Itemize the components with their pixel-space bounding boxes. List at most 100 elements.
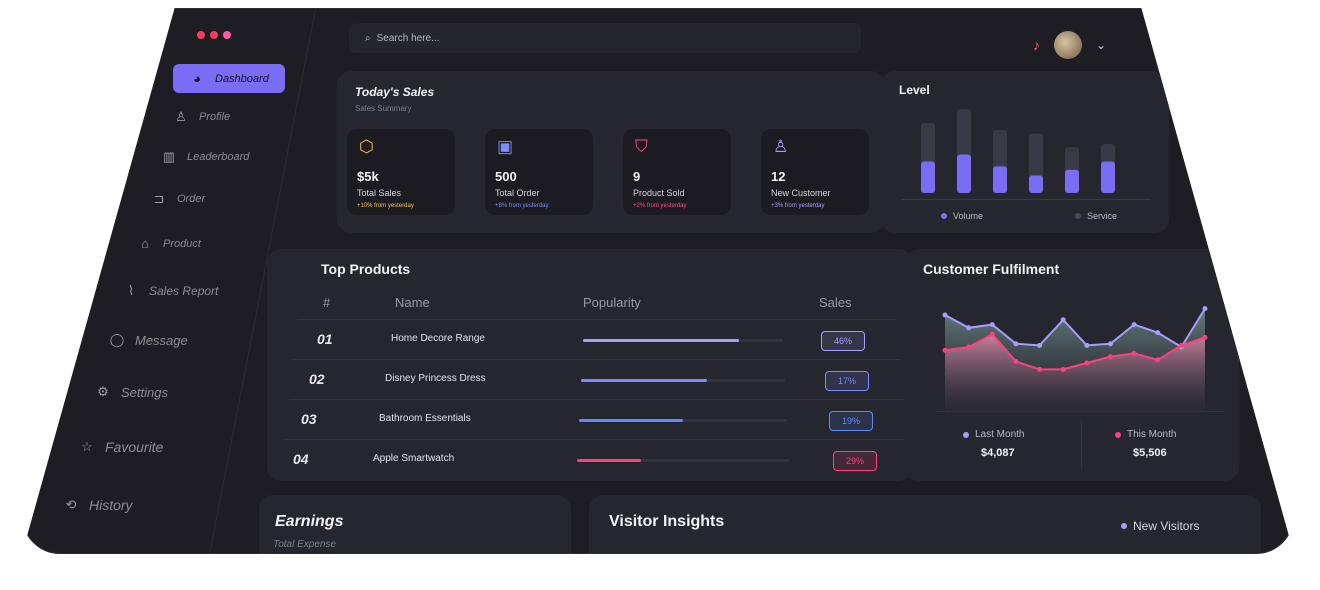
data-point [1131, 350, 1137, 356]
header-popularity: Popularity [583, 295, 641, 310]
row-number: 02 [309, 371, 325, 387]
bell-icon[interactable]: ♪ [1033, 37, 1040, 53]
order-icon: ▣ [497, 137, 514, 156]
legend-label: Volume [953, 211, 984, 221]
stat-label: New Customer [771, 188, 831, 198]
row-divider [285, 439, 909, 440]
fulfilment-title: Customer Fulfilment [923, 261, 1060, 277]
chevron-down-icon[interactable]: ⌄ [1096, 38, 1106, 52]
popularity-fill [577, 459, 641, 462]
window-controls [197, 31, 231, 39]
earnings-subtitle: Total Expense [273, 539, 337, 550]
search-input[interactable]: ⌕ Search here... [349, 23, 861, 53]
sidebar-item-label: Sales Report [149, 284, 219, 298]
fulfilment-divider [935, 411, 1225, 412]
data-point [1107, 341, 1113, 347]
legend-dot [963, 431, 969, 438]
top-products-card: Top Products # Name Popularity Sales 01 … [267, 249, 913, 481]
data-point [1060, 366, 1066, 372]
fulfilment-vdivider [1081, 421, 1082, 469]
header-sales: Sales [819, 295, 852, 310]
history-icon: ⟲ [65, 497, 77, 512]
sales-badge: 29% [833, 451, 877, 471]
legend-dot [941, 213, 947, 219]
legend-label: Last Month [975, 429, 1025, 440]
sidebar-item-product[interactable]: ⌂ Product [137, 236, 201, 251]
data-point [1013, 358, 1019, 364]
maximize-dot[interactable] [223, 31, 231, 39]
sidebar-item-settings[interactable]: ⚙ Settings [95, 384, 168, 400]
product-icon: ⛉ [635, 137, 648, 156]
volume-bar [1101, 161, 1115, 193]
header-name: Name [395, 295, 430, 310]
popularity-track [579, 419, 787, 422]
leaderboard-icon: ▥ [162, 149, 176, 164]
avatar[interactable] [1054, 31, 1082, 59]
this-month-value: $5,506 [1133, 447, 1167, 459]
sidebar-item-label: Product [163, 237, 201, 250]
sidebar-item-profile[interactable]: ♙ Profile [173, 109, 230, 125]
settings-icon: ⚙ [97, 384, 109, 399]
earnings-card: Earnings Total Expense [259, 495, 571, 553]
stat-value: 500 [495, 169, 517, 184]
sidebar-item-order[interactable]: ⊐ Order [151, 191, 206, 207]
legend-new-visitors: New Visitors [1121, 519, 1199, 533]
volume-bar [993, 166, 1007, 193]
earnings-title: Earnings [275, 513, 344, 530]
sidebar-item-label: Leaderboard [187, 151, 250, 163]
sidebar-item-label: Order [177, 193, 206, 205]
sidebar-item-sales-report[interactable]: ⌇ Sales Report [123, 283, 219, 299]
sidebar-item-label: Dashboard [215, 72, 269, 85]
data-point [989, 331, 995, 337]
stat-total-sales[interactable]: ⬡ $5k Total Sales +10% from yesterday [347, 129, 455, 215]
data-point [1202, 306, 1208, 312]
sales-badge: 19% [829, 411, 873, 431]
sales-icon: ⬡ [359, 137, 374, 156]
row-number: 01 [317, 331, 333, 347]
data-point [1037, 366, 1043, 372]
data-point [1013, 341, 1019, 347]
data-point [1107, 354, 1113, 360]
data-point [1131, 322, 1137, 328]
stat-new-customer[interactable]: ♙ 12 New Customer +3% from yesterday [761, 129, 869, 215]
data-point [942, 312, 948, 318]
legend-volume: Volume [941, 211, 983, 221]
sidebar-item-dashboard[interactable]: ◕ Dashboard [173, 64, 285, 93]
stat-total-order[interactable]: ▣ 500 Total Order +8% from yesterday [485, 129, 593, 215]
row-number: 04 [293, 451, 309, 467]
product-name: Home Decore Range [391, 333, 485, 344]
dashboard-icon: ◕ [193, 71, 201, 86]
sales-subtitle: Sales Summary [355, 104, 412, 113]
data-point [942, 347, 948, 353]
data-point [966, 344, 972, 350]
volume-bar [1065, 169, 1079, 193]
chart-line-icon: ⌇ [127, 283, 135, 298]
stat-label: Total Order [495, 188, 540, 198]
star-icon: ☆ [81, 439, 93, 454]
visitors-title: Visitor Insights [609, 513, 725, 530]
stat-value: 12 [771, 169, 786, 184]
legend-label: New Visitors [1133, 519, 1200, 533]
sidebar-item-favourite[interactable]: ☆ Favourite [79, 439, 163, 455]
stat-change: +2% from yesterday [633, 203, 687, 209]
bag-icon: ⌂ [141, 236, 149, 251]
data-point [1060, 317, 1066, 323]
popularity-fill [581, 379, 708, 382]
visitor-insights-card: Visitor Insights New Visitors [589, 495, 1261, 553]
stat-value: 9 [633, 169, 641, 184]
stat-product-sold[interactable]: ⛉ 9 Product Sold +2% from yesterday [623, 129, 731, 215]
profile-icon: ♙ [175, 109, 187, 124]
message-icon: ◯ [109, 332, 125, 347]
stat-change: +10% from yesterday [357, 203, 414, 209]
legend-dot [1075, 213, 1081, 219]
sidebar-item-label: Favourite [105, 439, 164, 455]
sidebar-item-history[interactable]: ⟲ History [63, 497, 133, 513]
sidebar-item-leaderboard[interactable]: ▥ Leaderboard [161, 149, 250, 165]
popularity-track [583, 339, 783, 342]
volume-bar [921, 161, 935, 193]
sidebar-item-message[interactable]: ◯ Message [109, 332, 188, 348]
minimize-dot[interactable] [210, 31, 218, 39]
close-dot[interactable] [197, 31, 205, 39]
fulfilment-area-chart [942, 306, 1208, 415]
row-divider [293, 359, 901, 360]
